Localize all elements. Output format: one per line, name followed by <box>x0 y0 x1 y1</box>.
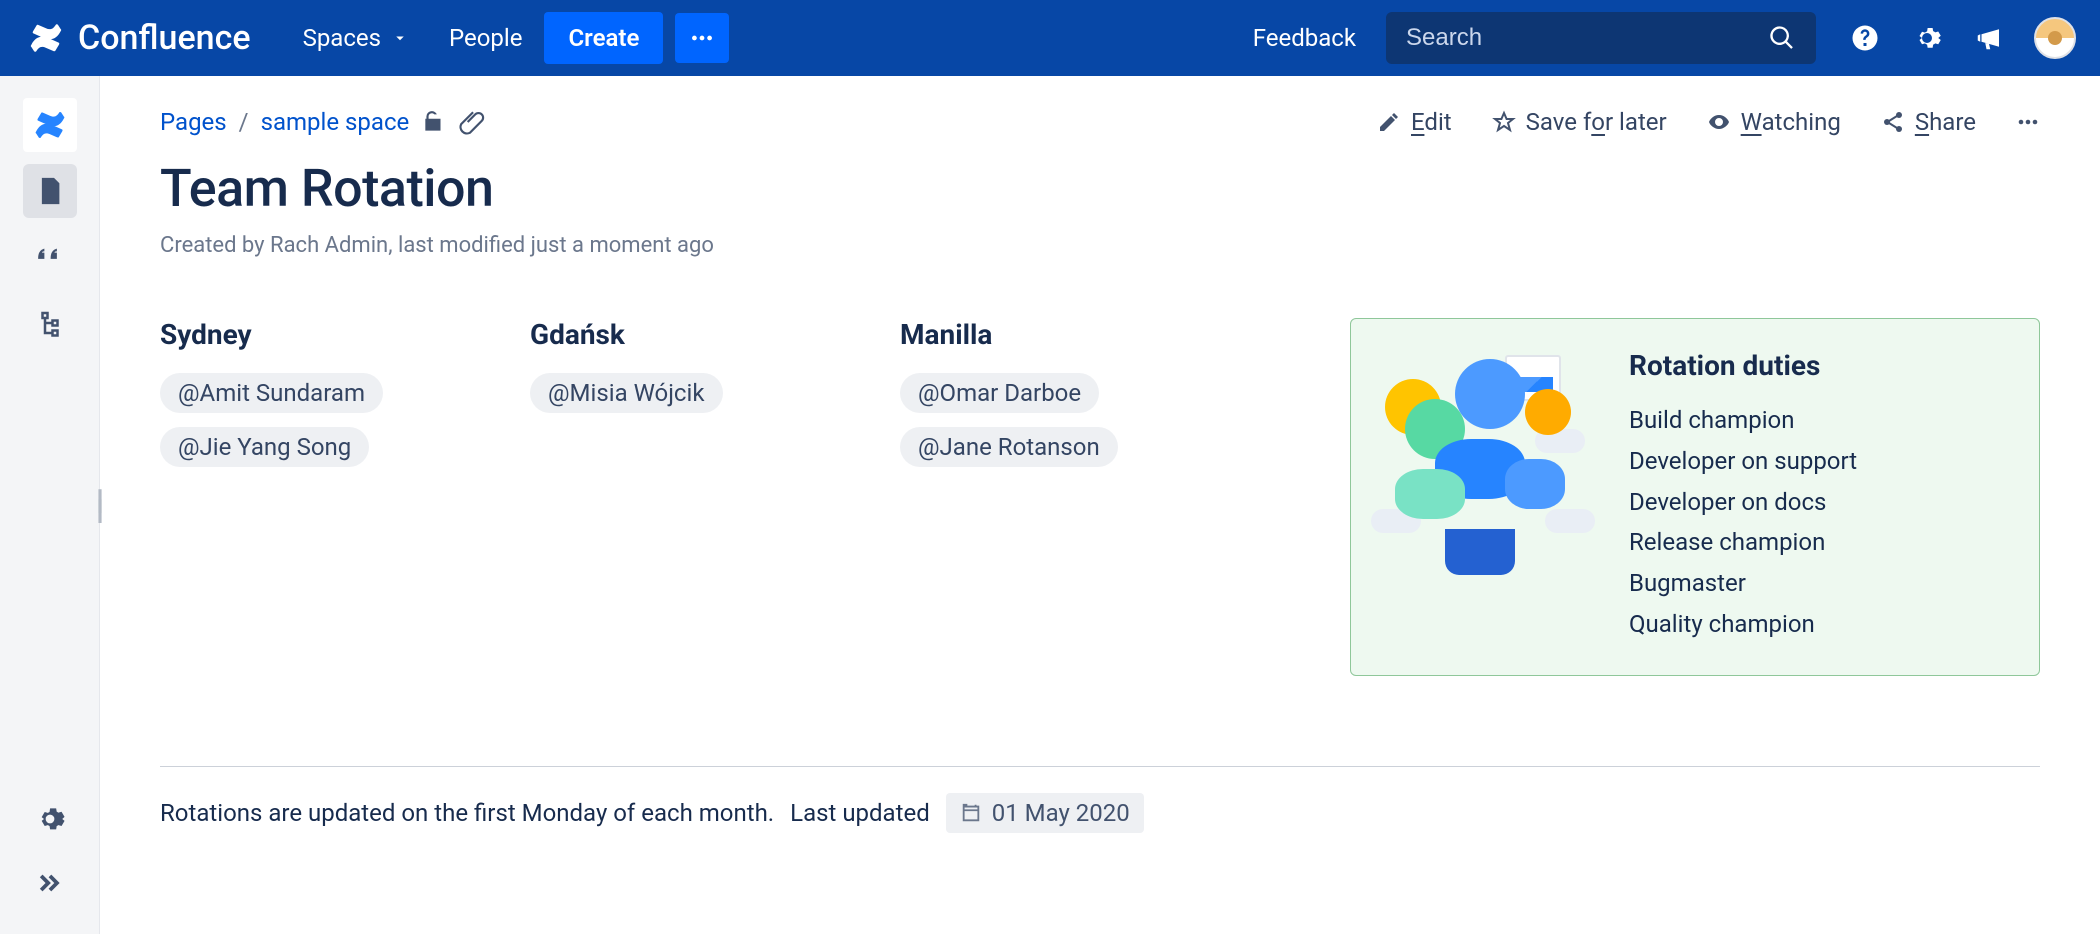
notifications-button[interactable] <box>1964 13 2014 63</box>
user-mention[interactable]: @Omar Darboe <box>900 373 1099 413</box>
duty-item: Release champion <box>1629 522 1857 563</box>
confluence-logo-icon <box>28 20 64 56</box>
restrictions-button[interactable] <box>421 109 447 135</box>
breadcrumb-space[interactable]: sample space <box>261 108 410 136</box>
watching-label: Watching <box>1741 108 1841 136</box>
left-sidebar: ┃┃ <box>0 76 100 934</box>
nav-spaces[interactable]: Spaces <box>285 14 427 62</box>
page-header: Pages / sample space Edit Save for later <box>160 108 2040 136</box>
settings-button[interactable] <box>1902 13 1952 63</box>
chevron-down-icon <box>391 29 409 47</box>
ellipsis-icon <box>2016 110 2040 134</box>
column-heading: Gdańsk <box>530 318 890 351</box>
help-button[interactable] <box>1840 13 1890 63</box>
page-main: Pages / sample space Edit Save for later <box>100 76 2100 934</box>
user-mention[interactable]: @Amit Sundaram <box>160 373 383 413</box>
page-icon <box>35 176 65 206</box>
info-panel: Rotation duties Build champion Developer… <box>1350 318 2040 676</box>
panel-title: Rotation duties <box>1629 349 1857 382</box>
duty-item: Developer on docs <box>1629 482 1857 523</box>
column-heading: Manilla <box>900 318 1260 351</box>
star-icon <box>1492 110 1516 134</box>
brand[interactable]: Confluence <box>28 18 251 58</box>
confluence-mark-icon <box>33 108 67 142</box>
breadcrumb-separator: / <box>239 108 249 136</box>
duty-item: Build champion <box>1629 400 1857 441</box>
hierarchy-icon <box>35 308 65 338</box>
brand-name: Confluence <box>78 18 251 58</box>
duty-item: Bugmaster <box>1629 563 1857 604</box>
eye-icon <box>1707 110 1731 134</box>
page-title: Team Rotation <box>160 158 2040 219</box>
rail-tree[interactable] <box>23 296 77 350</box>
column-sydney: Sydney @Amit Sundaram @Jie Yang Song <box>160 318 520 481</box>
unlocked-icon <box>421 109 447 135</box>
save-for-later-action[interactable]: Save for later <box>1492 108 1667 136</box>
nav-more-button[interactable] <box>675 13 729 63</box>
search-input[interactable] <box>1406 24 1768 52</box>
attachment-icon <box>459 109 485 135</box>
column-manilla: Manilla @Omar Darboe @Jane Rotanson <box>900 318 1260 481</box>
share-label: Share <box>1915 108 1976 136</box>
watching-action[interactable]: Watching <box>1707 108 1841 136</box>
rotation-columns: Sydney @Amit Sundaram @Jie Yang Song Gda… <box>160 318 1330 481</box>
gear-icon <box>1912 23 1942 53</box>
sidebar-resize-handle[interactable]: ┃┃ <box>94 496 106 516</box>
share-icon <box>1881 110 1905 134</box>
breadcrumb-pages[interactable]: Pages <box>160 108 227 136</box>
duty-item: Quality champion <box>1629 604 1857 645</box>
page-content: Sydney @Amit Sundaram @Jie Yang Song Gda… <box>160 318 2040 676</box>
global-nav: Confluence Spaces People Create Feedback <box>0 0 2100 76</box>
user-mention[interactable]: @Misia Wójcik <box>530 373 723 413</box>
page-actions: Edit Save for later Watching Share <box>1377 108 2040 136</box>
chevron-double-right-icon <box>35 868 65 898</box>
calendar-icon <box>960 802 982 824</box>
bell-icon <box>1974 23 2004 53</box>
date-chip[interactable]: 01 May 2020 <box>946 793 1144 833</box>
rail-expand[interactable] <box>23 856 77 910</box>
page-byline: Created by Rach Admin, last modified jus… <box>160 233 2040 258</box>
column-heading: Sydney <box>160 318 520 351</box>
breadcrumb: Pages / sample space <box>160 108 485 136</box>
page-more-actions[interactable] <box>2016 110 2040 134</box>
share-action[interactable]: Share <box>1881 108 1976 136</box>
gear-icon <box>35 804 65 834</box>
nav-items: Spaces People Create <box>285 12 730 64</box>
footer-updated-label: Last updated <box>790 799 930 827</box>
column-gdansk: Gdańsk @Misia Wójcik <box>530 318 890 481</box>
duties-list: Build champion Developer on support Deve… <box>1629 400 1857 645</box>
pencil-icon <box>1377 110 1401 134</box>
save-label: Save for later <box>1526 108 1667 136</box>
divider <box>160 766 2040 767</box>
search-icon <box>1768 24 1796 52</box>
rail-blog[interactable] <box>23 230 77 284</box>
footer-row: Rotations are updated on the first Monda… <box>160 793 2040 833</box>
help-icon <box>1850 23 1880 53</box>
ellipsis-icon <box>689 25 715 51</box>
attachments-button[interactable] <box>459 109 485 135</box>
nav-spaces-label: Spaces <box>303 24 381 52</box>
create-button[interactable]: Create <box>544 12 663 64</box>
feedback-link[interactable]: Feedback <box>1253 24 1356 52</box>
edit-label: Edit <box>1411 108 1452 136</box>
footer-note: Rotations are updated on the first Monda… <box>160 799 774 827</box>
user-mention[interactable]: @Jane Rotanson <box>900 427 1118 467</box>
edit-action[interactable]: Edit <box>1377 108 1452 136</box>
panel-illustration <box>1385 349 1595 579</box>
duty-item: Developer on support <box>1629 441 1857 482</box>
user-mention[interactable]: @Jie Yang Song <box>160 427 369 467</box>
panel-body: Rotation duties Build champion Developer… <box>1629 349 1857 645</box>
rail-pages[interactable] <box>23 164 77 218</box>
nav-people[interactable]: People <box>431 14 540 62</box>
rail-space-settings[interactable] <box>23 792 77 846</box>
search-box[interactable] <box>1386 12 1816 64</box>
profile-avatar[interactable] <box>2034 17 2076 59</box>
date-value: 01 May 2020 <box>992 799 1130 827</box>
shell: ┃┃ Pages / sample space <box>0 76 2100 934</box>
quote-icon <box>35 242 65 272</box>
nav-people-label: People <box>449 24 522 52</box>
space-logo[interactable] <box>23 98 77 152</box>
